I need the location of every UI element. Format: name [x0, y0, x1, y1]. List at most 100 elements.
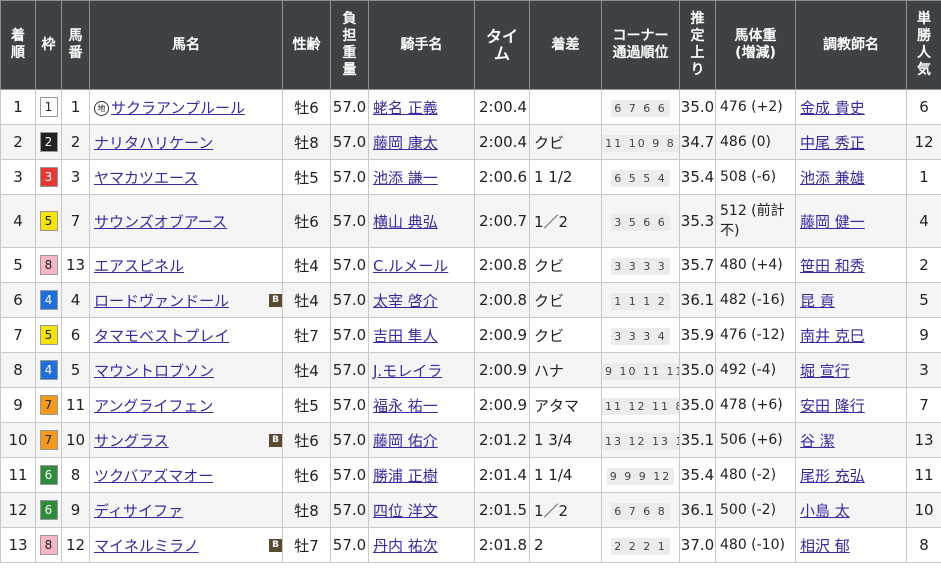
- corner-cell: 6 5 5 4: [601, 159, 680, 195]
- horse-name-link[interactable]: タマモベストプレイ: [94, 327, 229, 345]
- trainer-cell-text[interactable]: 池添 兼雄: [800, 169, 865, 187]
- trainer-cell-text[interactable]: 相沢 郁: [800, 537, 850, 555]
- jockey-cell-text[interactable]: 蛯名 正義: [373, 99, 438, 117]
- trainer-cell-text[interactable]: 中尾 秀正: [800, 134, 865, 152]
- number-cell: 9: [61, 492, 90, 528]
- sexage-cell: 牡4: [282, 282, 331, 318]
- time-cell: 2:00.9: [474, 352, 530, 388]
- jockey-cell-text[interactable]: 太宰 啓介: [373, 292, 438, 310]
- jockey-cell-text[interactable]: 横山 典弘: [373, 213, 438, 231]
- burden-cell-text: 57.0: [332, 326, 367, 344]
- number-cell: 3: [61, 159, 90, 195]
- margin-cell-text: 1 1/2: [534, 168, 573, 186]
- horse-cell: ディサイファ: [89, 492, 283, 528]
- horse-name-link[interactable]: エアスピネル: [94, 257, 184, 275]
- margin-cell: 2: [529, 527, 602, 563]
- finish-cell-text: 10: [8, 431, 28, 449]
- horse-wrapper: ディサイファ: [94, 500, 282, 521]
- jockey-cell-text[interactable]: J.モレイラ: [373, 362, 442, 380]
- horse-name-link[interactable]: サウンズオブアース: [94, 213, 227, 231]
- last3f-cell: 37.0: [679, 527, 716, 563]
- jockey-cell-text[interactable]: 藤岡 佑介: [373, 432, 438, 450]
- horse-name-link[interactable]: ナリタハリケーン: [94, 134, 213, 152]
- time-cell-text: 2:00.9: [479, 396, 527, 414]
- time-cell: 2:00.6: [474, 159, 530, 195]
- trainer-cell-text[interactable]: 金成 貴史: [800, 99, 865, 117]
- corner-positions: 3 3 3 4: [611, 327, 670, 345]
- number-cell: 10: [61, 422, 90, 458]
- corner-positions: 1 1 1 2: [611, 292, 670, 310]
- trainer-cell-text[interactable]: 南井 克巳: [800, 327, 865, 345]
- last3f-cell: 35.3: [679, 194, 716, 248]
- trainer-cell-text[interactable]: 安田 隆行: [800, 397, 865, 415]
- jockey-cell-text[interactable]: 四位 洋文: [373, 502, 438, 520]
- waku-badge: 2: [39, 132, 58, 152]
- sexage-cell-text: 牡8: [294, 501, 319, 520]
- jockey-cell-text[interactable]: 丹内 祐次: [373, 537, 438, 555]
- trainer-cell-text[interactable]: 笹田 和秀: [800, 257, 865, 275]
- jockey-cell-text[interactable]: 吉田 隼人: [373, 327, 438, 345]
- header-burden: 負 担 重 量: [330, 0, 369, 90]
- bodyweight-cell-text: 478 (+6): [720, 397, 783, 413]
- jockey-cell-text[interactable]: 藤岡 康太: [373, 134, 438, 152]
- horse-name-link[interactable]: サクラアンプルール: [111, 99, 245, 117]
- trainer-cell: 谷 潔: [795, 422, 907, 458]
- trainer-cell: 安田 隆行: [795, 387, 907, 423]
- trainer-cell-text[interactable]: 藤岡 健一: [800, 213, 865, 231]
- horse-name-link[interactable]: ヤマカツエース: [94, 169, 198, 187]
- sexage-cell-text: 牡6: [294, 98, 319, 117]
- margin-cell-text: アタマ: [534, 396, 580, 415]
- waku-cell: 3: [35, 159, 62, 195]
- time-cell: 2:01.4: [474, 457, 530, 493]
- time-cell: 2:00.4: [474, 89, 530, 125]
- waku-badge: 8: [39, 535, 58, 555]
- waku-cell: 2: [35, 124, 62, 160]
- number-cell: 13: [61, 247, 90, 283]
- number-cell-text: 11: [65, 396, 86, 414]
- horse-name-group: マイネルミラノ: [94, 535, 199, 556]
- corner-cell: 6 7 6 6: [601, 89, 680, 125]
- time-cell: 2:01.2: [474, 422, 530, 458]
- number-cell-text: 12: [65, 536, 86, 554]
- header-number: 馬 番: [61, 0, 90, 90]
- trainer-cell-text[interactable]: 小島 太: [800, 502, 850, 520]
- bodyweight-cell-text: 480 (+4): [720, 257, 783, 273]
- number-cell-text: 10: [65, 431, 86, 449]
- jockey-cell-text[interactable]: 勝浦 正樹: [373, 467, 438, 485]
- number-cell: 8: [61, 457, 90, 493]
- horse-name-link[interactable]: マウントロブソン: [94, 362, 214, 380]
- number-cell-text: 3: [70, 168, 81, 186]
- popularity-cell-text: 2: [919, 256, 929, 274]
- trainer-cell-text[interactable]: 堀 宣行: [800, 362, 850, 380]
- horse-name-group: ヤマカツエース: [94, 167, 198, 188]
- popularity-cell-text: 9: [919, 326, 929, 344]
- trainer-cell-text[interactable]: 尾形 充弘: [800, 467, 865, 485]
- waku-badge: 7: [39, 395, 58, 415]
- blinker-icon: B: [269, 433, 282, 447]
- number-cell-text: 1: [70, 98, 81, 116]
- last3f-cell-text: 37.0: [680, 536, 715, 554]
- margin-cell: 1 3/4: [529, 422, 602, 458]
- waku-badge: 3: [39, 167, 58, 187]
- jockey-cell: 丹内 祐次: [368, 527, 475, 563]
- horse-name-link[interactable]: サングラス: [94, 432, 169, 450]
- burden-cell-text: 57.0: [332, 536, 367, 554]
- popularity-cell: 4: [906, 194, 941, 248]
- trainer-cell-text[interactable]: 谷 潔: [800, 432, 835, 450]
- finish-cell-text: 7: [13, 326, 23, 344]
- horse-name-group: ナリタハリケーン: [94, 132, 213, 153]
- horse-name-link[interactable]: ディサイファ: [94, 502, 183, 520]
- trainer-cell-text[interactable]: 昆 貢: [800, 292, 835, 310]
- horse-name-link[interactable]: アングライフェン: [94, 397, 213, 415]
- jockey-cell: 蛯名 正義: [368, 89, 475, 125]
- popularity-cell: 13: [906, 422, 941, 458]
- bodyweight-cell: 478 (+6): [715, 387, 796, 423]
- jockey-cell-text[interactable]: 福永 祐一: [373, 397, 438, 415]
- jockey-cell-text[interactable]: 池添 謙一: [373, 169, 438, 187]
- bodyweight-cell-text: 506 (+6): [720, 432, 783, 448]
- jockey-cell-text[interactable]: C.ルメール: [373, 257, 448, 275]
- horse-name-link[interactable]: ロードヴァンドール: [94, 292, 229, 310]
- horse-name-link[interactable]: マイネルミラノ: [94, 537, 199, 555]
- time-cell-text: 2:00.4: [479, 98, 527, 116]
- horse-name-link[interactable]: ツクバアズマオー: [94, 467, 213, 485]
